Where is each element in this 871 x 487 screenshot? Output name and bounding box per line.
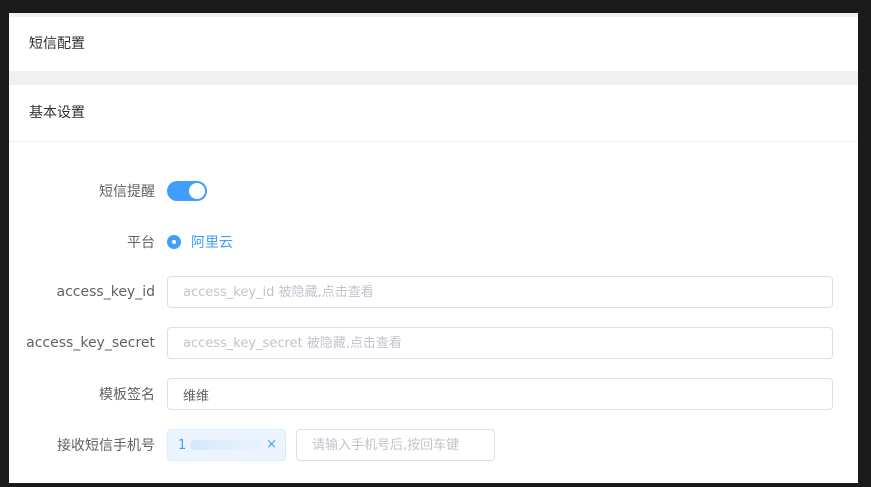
switch-knob: [189, 183, 205, 199]
phone-redacted-blur: [190, 440, 263, 450]
template-sign-input[interactable]: [167, 378, 833, 410]
sms-alert-switch[interactable]: [167, 181, 207, 201]
platform-radio-aliyun[interactable]: 阿里云: [167, 232, 233, 252]
receive-phone-row: 接收短信手机号 1 ×: [9, 429, 858, 461]
basic-settings-card: 基本设置 短信提醒 平台 阿里云 access_key_id access_ke…: [9, 85, 858, 483]
template-sign-row: 模板签名: [9, 378, 858, 410]
access-key-id-row: access_key_id: [9, 276, 858, 308]
platform-row: 平台 阿里云: [9, 226, 858, 258]
sms-config-title: 短信配置: [29, 36, 85, 52]
basic-settings-title: 基本设置: [9, 85, 858, 142]
sms-alert-label: 短信提醒: [99, 184, 155, 200]
access-key-secret-input[interactable]: [167, 327, 833, 359]
radio-checked-icon: [167, 235, 181, 249]
sms-config-card: 短信配置: [9, 17, 858, 71]
phone-input[interactable]: [296, 429, 495, 461]
sms-alert-row: 短信提醒: [9, 175, 858, 207]
close-icon[interactable]: ×: [266, 437, 277, 452]
platform-label: 平台: [127, 235, 155, 251]
receive-phone-label: 接收短信手机号: [57, 438, 155, 454]
platform-option-label: 阿里云: [191, 235, 233, 251]
access-key-id-label: access_key_id: [56, 284, 155, 300]
phone-tag-text: 1: [178, 437, 187, 453]
settings-frame: 短信配置 基本设置 短信提醒 平台 阿里云 access_key_id acce…: [9, 13, 858, 483]
access-key-secret-label: access_key_secret: [26, 335, 155, 351]
phone-tag: 1 ×: [167, 429, 286, 461]
access-key-secret-row: access_key_secret: [9, 327, 858, 359]
template-sign-label: 模板签名: [99, 387, 155, 403]
access-key-id-input[interactable]: [167, 276, 833, 308]
